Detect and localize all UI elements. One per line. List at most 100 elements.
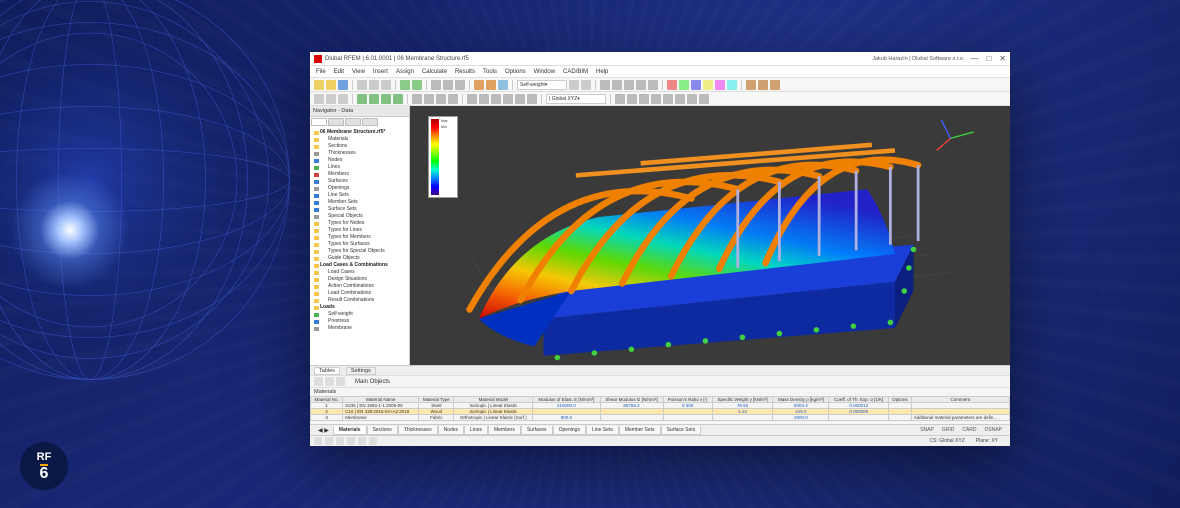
view3-icon[interactable] xyxy=(455,80,465,90)
column-header[interactable]: Material Type xyxy=(419,397,454,403)
undo-icon[interactable] xyxy=(369,80,379,90)
bottom-tab[interactable]: Line Sets xyxy=(586,426,619,435)
s1-icon[interactable] xyxy=(746,80,756,90)
nav-tab-views[interactable] xyxy=(345,118,361,126)
member-icon[interactable] xyxy=(381,94,391,104)
column-header[interactable]: Options xyxy=(889,397,912,403)
minimize-button[interactable]: — xyxy=(970,54,978,63)
tree-item[interactable]: Load Cases xyxy=(314,269,407,276)
nav-tab-results[interactable] xyxy=(362,118,378,126)
r1-icon[interactable] xyxy=(667,80,677,90)
bottom-tab[interactable]: Materials xyxy=(333,426,367,435)
3d-viewport[interactable]: MaxMin xyxy=(410,106,1010,365)
bottom-tab[interactable]: Sections xyxy=(367,426,398,435)
tree-item[interactable]: Members xyxy=(314,171,407,178)
menu-file[interactable]: File xyxy=(316,69,326,75)
column-header[interactable]: Modulus of Elast. E [N/mm²] xyxy=(533,397,600,403)
loadcase-dropdown[interactable]: Self-weight ▾ xyxy=(517,80,567,90)
tree-item[interactable]: Sections xyxy=(314,143,407,150)
calculate-icon[interactable] xyxy=(400,80,410,90)
menubar[interactable]: File Edit View Insert Assign Calculate R… xyxy=(310,66,1010,78)
node-icon[interactable] xyxy=(357,94,367,104)
maximize-button[interactable]: □ xyxy=(986,54,991,63)
s3-icon[interactable] xyxy=(770,80,780,90)
tree-item[interactable]: Nodes xyxy=(314,157,407,164)
g3-icon[interactable] xyxy=(436,94,446,104)
column-header[interactable]: Coeff. of Th. Exp. α [1/K] xyxy=(829,397,889,403)
tree-item[interactable]: Membrane xyxy=(314,325,407,332)
h5-icon[interactable] xyxy=(515,94,525,104)
j1-icon[interactable] xyxy=(615,94,625,104)
tree-item[interactable]: Prestress xyxy=(314,318,407,325)
redo-icon[interactable] xyxy=(381,80,391,90)
panel-tab-settings[interactable]: Settings xyxy=(346,367,376,375)
j8-icon[interactable] xyxy=(699,94,709,104)
table-row[interactable]: 3MembraneFabricOrthotropic | Linear Elas… xyxy=(311,415,1010,421)
tree-item[interactable]: Types for Surfaces xyxy=(314,241,407,248)
h4-icon[interactable] xyxy=(503,94,513,104)
rotate-icon[interactable] xyxy=(338,94,348,104)
bottom-tab[interactable]: Member Sets xyxy=(619,426,661,435)
tree-root[interactable]: 06 Membrane Structure.rf5* xyxy=(314,129,407,136)
menu-tools[interactable]: Tools xyxy=(483,69,497,75)
tree-item[interactable]: Special Objects xyxy=(314,213,407,220)
t5-icon[interactable] xyxy=(648,80,658,90)
bottom-tab[interactable]: Nodes xyxy=(438,426,464,435)
tree-item[interactable]: Load Cases & Combinations xyxy=(314,262,407,269)
tree-item[interactable]: Thicknesses xyxy=(314,150,407,157)
close-button[interactable]: ✕ xyxy=(999,54,1006,63)
tree-item[interactable]: Member Sets xyxy=(314,199,407,206)
tree-item[interactable]: Lines xyxy=(314,164,407,171)
column-header[interactable]: Material No. xyxy=(311,397,343,403)
r2-icon[interactable] xyxy=(679,80,689,90)
tree-item[interactable]: Openings xyxy=(314,185,407,192)
open-icon[interactable] xyxy=(326,80,336,90)
sb-icon-4[interactable] xyxy=(347,437,355,445)
g2-icon[interactable] xyxy=(424,94,434,104)
menu-view[interactable]: View xyxy=(352,69,365,75)
navigator-tree[interactable]: 06 Membrane Structure.rf5* MaterialsSect… xyxy=(310,127,409,365)
tree-item[interactable]: Types for Members xyxy=(314,234,407,241)
sb-icon-1[interactable] xyxy=(314,437,322,445)
menu-options[interactable]: Options xyxy=(505,69,526,75)
j6-icon[interactable] xyxy=(675,94,685,104)
tree-item[interactable]: Surface Sets xyxy=(314,206,407,213)
sb-icon-5[interactable] xyxy=(358,437,366,445)
s2-icon[interactable] xyxy=(758,80,768,90)
next-icon[interactable] xyxy=(581,80,591,90)
osnap-toggle[interactable]: OSNAP xyxy=(980,427,1006,433)
menu-edit[interactable]: Edit xyxy=(334,69,344,75)
g4-icon[interactable] xyxy=(448,94,458,104)
tree-item[interactable]: Types for Special Objects xyxy=(314,248,407,255)
materials-table[interactable]: Material No.Material NameMaterial TypeMa… xyxy=(310,396,1010,424)
nav-tab-data[interactable] xyxy=(311,118,327,126)
j4-icon[interactable] xyxy=(651,94,661,104)
bottom-tab[interactable]: Members xyxy=(488,426,521,435)
sb-icon-6[interactable] xyxy=(369,437,377,445)
bottom-tab[interactable]: Lines xyxy=(464,426,488,435)
t2-icon[interactable] xyxy=(612,80,622,90)
j5-icon[interactable] xyxy=(663,94,673,104)
table-tool-1[interactable] xyxy=(314,377,323,386)
tree-item[interactable]: Loads xyxy=(314,304,407,311)
coordsys-dropdown[interactable]: | Global XYZ ▾ xyxy=(546,94,606,104)
menu-results[interactable]: Results xyxy=(455,69,475,75)
menu-assign[interactable]: Assign xyxy=(396,69,414,75)
model3-icon[interactable] xyxy=(498,80,508,90)
column-header[interactable]: Poisson's Ratio ν [-] xyxy=(663,397,712,403)
print-icon[interactable] xyxy=(357,80,367,90)
snap-toggle[interactable]: SNAP xyxy=(916,427,938,433)
g1-icon[interactable] xyxy=(412,94,422,104)
tree-item[interactable]: Load Combinations xyxy=(314,290,407,297)
tree-item[interactable]: Surfaces xyxy=(314,178,407,185)
tree-item[interactable]: Self-weight xyxy=(314,311,407,318)
menu-help[interactable]: Help xyxy=(596,69,608,75)
save-icon[interactable] xyxy=(338,80,348,90)
prev-icon[interactable] xyxy=(569,80,579,90)
r3-icon[interactable] xyxy=(691,80,701,90)
table-tool-3[interactable] xyxy=(336,377,345,386)
r5-icon[interactable] xyxy=(715,80,725,90)
column-header[interactable]: Specific Weight γ [kN/m³] xyxy=(712,397,773,403)
card-toggle[interactable]: CARD xyxy=(958,427,980,433)
tree-item[interactable]: Guide Objects xyxy=(314,255,407,262)
